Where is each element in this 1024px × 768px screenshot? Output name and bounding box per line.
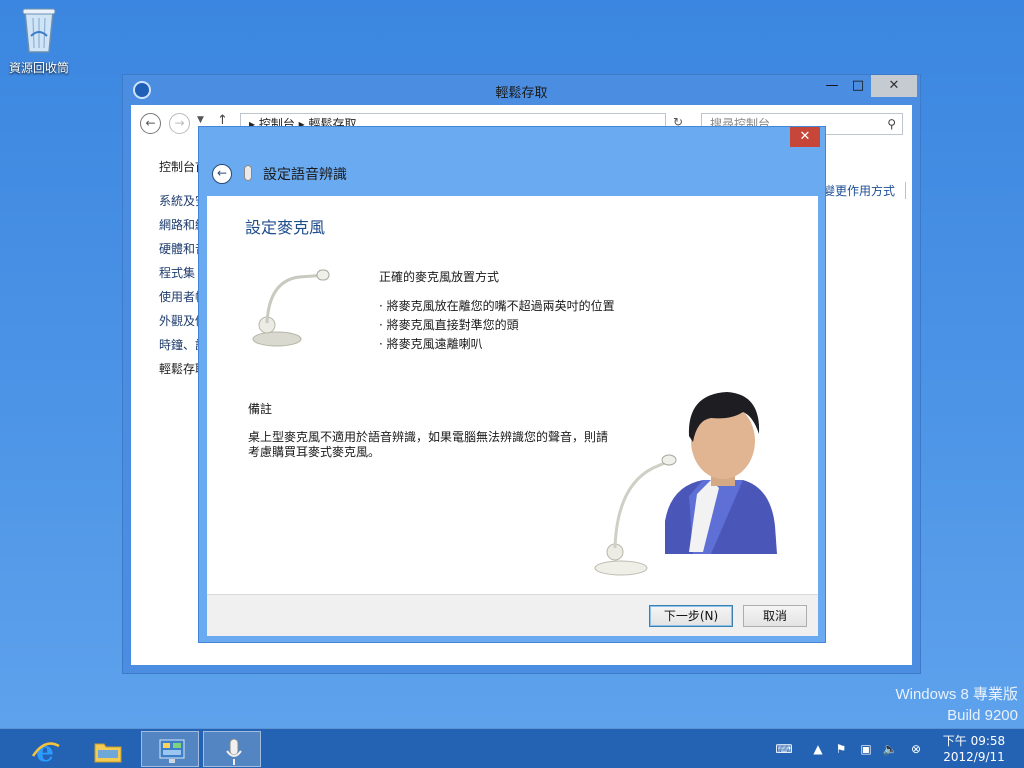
clock-time: 下午 09:58 (942, 734, 1006, 748)
taskbar: e ⌨ ▲ ⚑ ▣ 🔈 ⊗ 下午 09:58 2012/9/11 (0, 728, 1024, 768)
folder-icon (94, 743, 122, 763)
person-with-microphone-illustration (594, 392, 777, 576)
action-center-flag-icon[interactable]: ⚑ (832, 729, 850, 768)
recent-pages-chevron-icon[interactable]: ▼ (197, 115, 204, 125)
section-title: 設定麥克風 (245, 218, 326, 237)
dialog-title: 設定語音辨識 (263, 167, 347, 183)
control-panel-icon (159, 739, 185, 763)
watermark-edition: Windows 8 專業版 (895, 686, 1018, 703)
watermark-build: Build 9200 (947, 707, 1018, 724)
dialog-content: 設定麥克風 正確的麥克風放置方式 · 將麥克風放在離您的嘴不超過兩英吋的位置 ·… (207, 196, 818, 594)
search-icon[interactable]: ⚲ (887, 114, 896, 134)
clock-date: 2012/9/11 (943, 750, 1005, 764)
taskbar-internet-explorer[interactable]: e (15, 731, 73, 767)
window-titlebar[interactable]: 輕鬆存取 — □ ✕ (123, 75, 920, 105)
notification-x-icon[interactable]: ⊗ (906, 729, 926, 768)
volume-icon[interactable]: 🔈 (880, 729, 900, 768)
desktop: 資源回收筒 Windows 8 專業版 Build 9200 輕鬆存取 — □ … (0, 0, 1024, 728)
window-title: 輕鬆存取 (495, 86, 548, 101)
forward-arrow-icon[interactable]: → (169, 113, 190, 134)
network-icon[interactable]: ▣ (856, 729, 876, 768)
recycle-bin-icon (22, 8, 56, 53)
placement-title: 正確的麥克風放置方式 (379, 270, 500, 284)
show-hidden-icons-chevron-icon[interactable]: ▲ (810, 729, 826, 768)
microphone-icon (226, 738, 242, 765)
internet-explorer-icon: e (31, 736, 60, 766)
taskbar-speech-recognition[interactable] (203, 731, 261, 767)
tip-item: · 將麥克風遠離喇叭 (379, 337, 483, 351)
next-button[interactable]: 下一步(N) (649, 605, 733, 627)
os-watermark: Windows 8 專業版 Build 9200 (895, 684, 1018, 726)
taskbar-control-panel[interactable] (141, 731, 199, 767)
note-body: 桌上型麥克風不適用於語音辨識，如果電腦無法辨識您的聲音，則請考慮購買耳麥式麥克風… (248, 430, 609, 459)
speech-setup-dialog: ✕ ← 設定語音辨識 設定麥克風 正確的麥克風放置方式 · 將麥克風放在離您的嘴… (198, 126, 826, 643)
recycle-bin-shortcut[interactable]: 資源回收筒 (6, 6, 72, 76)
note-title: 備註 (248, 402, 273, 416)
tip-item: · 將麥克風直接對準您的頭 (379, 318, 519, 332)
touch-keyboard-icon[interactable]: ⌨ (768, 729, 800, 768)
system-clock[interactable]: 下午 09:58 2012/9/11 (930, 733, 1018, 765)
close-button[interactable]: ✕ (871, 75, 917, 97)
recycle-bin-label: 資源回收筒 (8, 61, 69, 75)
change-how-it-works-link[interactable]: 變更作用方式 (823, 182, 907, 199)
taskbar-file-explorer[interactable] (78, 731, 136, 767)
placement-tips: · 將麥克風放在離您的嘴不超過兩英吋的位置 · 將麥克風直接對準您的頭 · 將麥… (379, 297, 615, 354)
dialog-header: ← 設定語音辨識 (207, 156, 817, 196)
back-arrow-icon[interactable]: ← (212, 164, 232, 184)
maximize-button[interactable]: □ (843, 75, 873, 97)
cancel-button[interactable]: 取消 (743, 605, 807, 627)
back-arrow-icon[interactable]: ← (140, 113, 161, 134)
tip-item: · 將麥克風放在離您的嘴不超過兩英吋的位置 (379, 299, 615, 313)
svg-text:e: e (36, 736, 54, 766)
dialog-footer: 下一步(N) 取消 (207, 594, 818, 636)
microphone-icon (244, 165, 252, 181)
dialog-close-button[interactable]: ✕ (790, 127, 820, 147)
desktop-microphone-illustration (252, 269, 330, 347)
